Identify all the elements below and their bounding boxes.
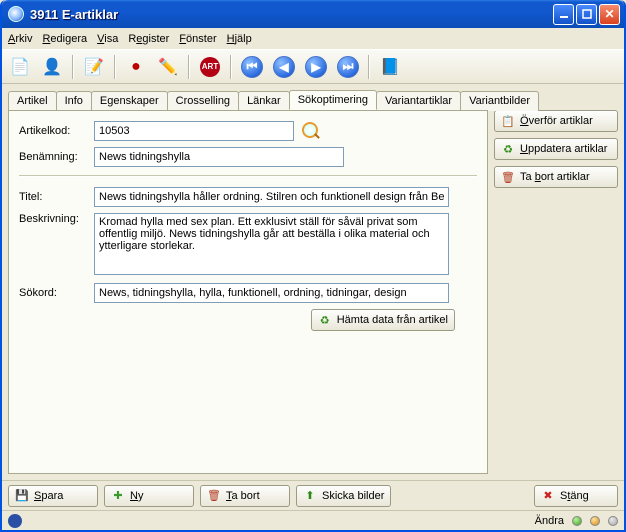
upload-icon: ⬆ [303, 489, 317, 503]
tab-artikel[interactable]: Artikel [8, 91, 57, 111]
search-icon[interactable] [302, 122, 320, 140]
left-icon: ◀ [273, 56, 295, 78]
document-icon: 📄 [10, 57, 30, 77]
separator [114, 55, 116, 79]
toolbar-book[interactable]: 📘 [376, 53, 404, 81]
benamning-label: Benämning: [19, 151, 94, 163]
status-led-green [572, 516, 582, 526]
menu-redigera[interactable]: Redigera [42, 33, 87, 45]
maximize-button[interactable] [576, 4, 597, 25]
beskrivning-label: Beskrivning: [19, 213, 94, 225]
refresh-icon: ♻ [501, 142, 515, 156]
tab-variantartiklar[interactable]: Variantartiklar [376, 91, 461, 111]
edit-icon: 📝 [84, 57, 104, 77]
beskrivning-textarea[interactable] [94, 213, 449, 275]
pencil-icon: ✏️ [158, 57, 178, 77]
delete-icon: 🗑 [501, 170, 515, 184]
skicka-button[interactable]: ⬆ Skicka bilder [296, 485, 391, 507]
toolbar-next[interactable]: ▶ [302, 53, 330, 81]
overfor-button[interactable]: 📋 Överför artiklar [494, 110, 618, 132]
separator [368, 55, 370, 79]
transfer-icon: 📋 [501, 114, 515, 128]
last-icon: ⏭ [337, 56, 359, 78]
toolbar-new[interactable]: 📄 [6, 53, 34, 81]
toolbar-edit[interactable]: 📝 [80, 53, 108, 81]
right-icon: ▶ [305, 56, 327, 78]
titlebar: 3911 E-artiklar ✕ [2, 0, 624, 28]
delete-icon: 🗑 [207, 489, 221, 503]
hamta-label: Hämta data från artikel [337, 314, 448, 326]
menu-visa[interactable]: Visa [97, 33, 118, 45]
tab-variantbilder[interactable]: Variantbilder [460, 91, 539, 111]
sokord-label: Sökord: [19, 287, 94, 299]
stang-button[interactable]: ✖ Stäng [534, 485, 618, 507]
separator [188, 55, 190, 79]
tab-lankar[interactable]: Länkar [238, 91, 290, 111]
tabs: Artikel Info Egenskaper Crosselling Länk… [2, 84, 624, 110]
tab-egenskaper[interactable]: Egenskaper [91, 91, 168, 111]
toolbar-pin[interactable]: ● [122, 53, 150, 81]
toolbar-prev[interactable]: ◀ [270, 53, 298, 81]
ny-button[interactable]: ✚ Ny [104, 485, 194, 507]
maximize-icon [582, 9, 592, 19]
close-icon: ✖ [541, 489, 555, 503]
menu-register[interactable]: Register [128, 33, 169, 45]
status-andra: Ändra [535, 515, 564, 527]
toolbar-last[interactable]: ⏭ [334, 53, 362, 81]
window-title: 3911 E-artiklar [30, 7, 551, 22]
sokord-input[interactable] [94, 283, 449, 303]
uppdatera-button[interactable]: ♻ Uppdatera artiklar [494, 138, 618, 160]
bottom-bar: 💾 Spara ✚ Ny 🗑 Ta bort ⬆ Skicka bilder ✖… [2, 480, 624, 510]
tab-crosselling[interactable]: Crosselling [167, 91, 239, 111]
status-led-grey [608, 516, 618, 526]
tabort-button[interactable]: 🗑 Ta bort [200, 485, 290, 507]
titel-label: Titel: [19, 191, 94, 203]
menubar: Arkiv Redigera Visa Register Fönster Hjä… [2, 28, 624, 50]
tab-panel: Artikelkod: Benämning: Titel: Beskrivnin… [8, 110, 488, 474]
new-icon: ✚ [111, 489, 125, 503]
minimize-icon [559, 9, 569, 19]
menu-fonster[interactable]: Fönster [179, 33, 216, 45]
menu-arkiv[interactable]: Arkiv [8, 33, 32, 45]
toolbar-first[interactable]: ⏮ [238, 53, 266, 81]
status-user-icon [8, 514, 22, 528]
app-icon [8, 6, 24, 22]
save-icon: 💾 [15, 489, 29, 503]
first-icon: ⏮ [241, 56, 263, 78]
separator [72, 55, 74, 79]
toolbar: 📄 👤 📝 ● ✏️ ART ⏮ ◀ ▶ ⏭ 📘 [2, 50, 624, 84]
status-led-amber [590, 516, 600, 526]
toolbar-art[interactable]: ART [196, 53, 224, 81]
close-icon: ✕ [604, 7, 614, 21]
tabort-artiklar-button[interactable]: 🗑 Ta bort artiklar [494, 166, 618, 188]
side-panel: 📋 Överför artiklar ♻ Uppdatera artiklar … [494, 110, 618, 474]
spara-button[interactable]: 💾 Spara [8, 485, 98, 507]
artikelkod-input[interactable] [94, 121, 294, 141]
refresh-icon: ♻ [318, 313, 332, 327]
tab-sokoptimering[interactable]: Sökoptimering [289, 90, 377, 110]
book-icon: 📘 [380, 57, 400, 77]
separator [19, 175, 477, 177]
separator [230, 55, 232, 79]
artikelkod-label: Artikelkod: [19, 125, 94, 137]
user-add-icon: 👤 [42, 57, 62, 77]
status-bar: Ändra [2, 510, 624, 530]
hamta-button[interactable]: ♻ Hämta data från artikel [311, 309, 455, 331]
titel-input[interactable] [94, 187, 449, 207]
toolbar-write[interactable]: ✏️ [154, 53, 182, 81]
toolbar-user[interactable]: 👤 [38, 53, 66, 81]
art-icon: ART [200, 57, 220, 77]
tab-info[interactable]: Info [56, 91, 92, 111]
pin-icon: ● [131, 58, 141, 76]
minimize-button[interactable] [553, 4, 574, 25]
benamning-input[interactable] [94, 147, 344, 167]
menu-hjalp[interactable]: Hjälp [227, 33, 252, 45]
close-button[interactable]: ✕ [599, 4, 620, 25]
skicka-label: Skicka bilder [322, 490, 384, 502]
